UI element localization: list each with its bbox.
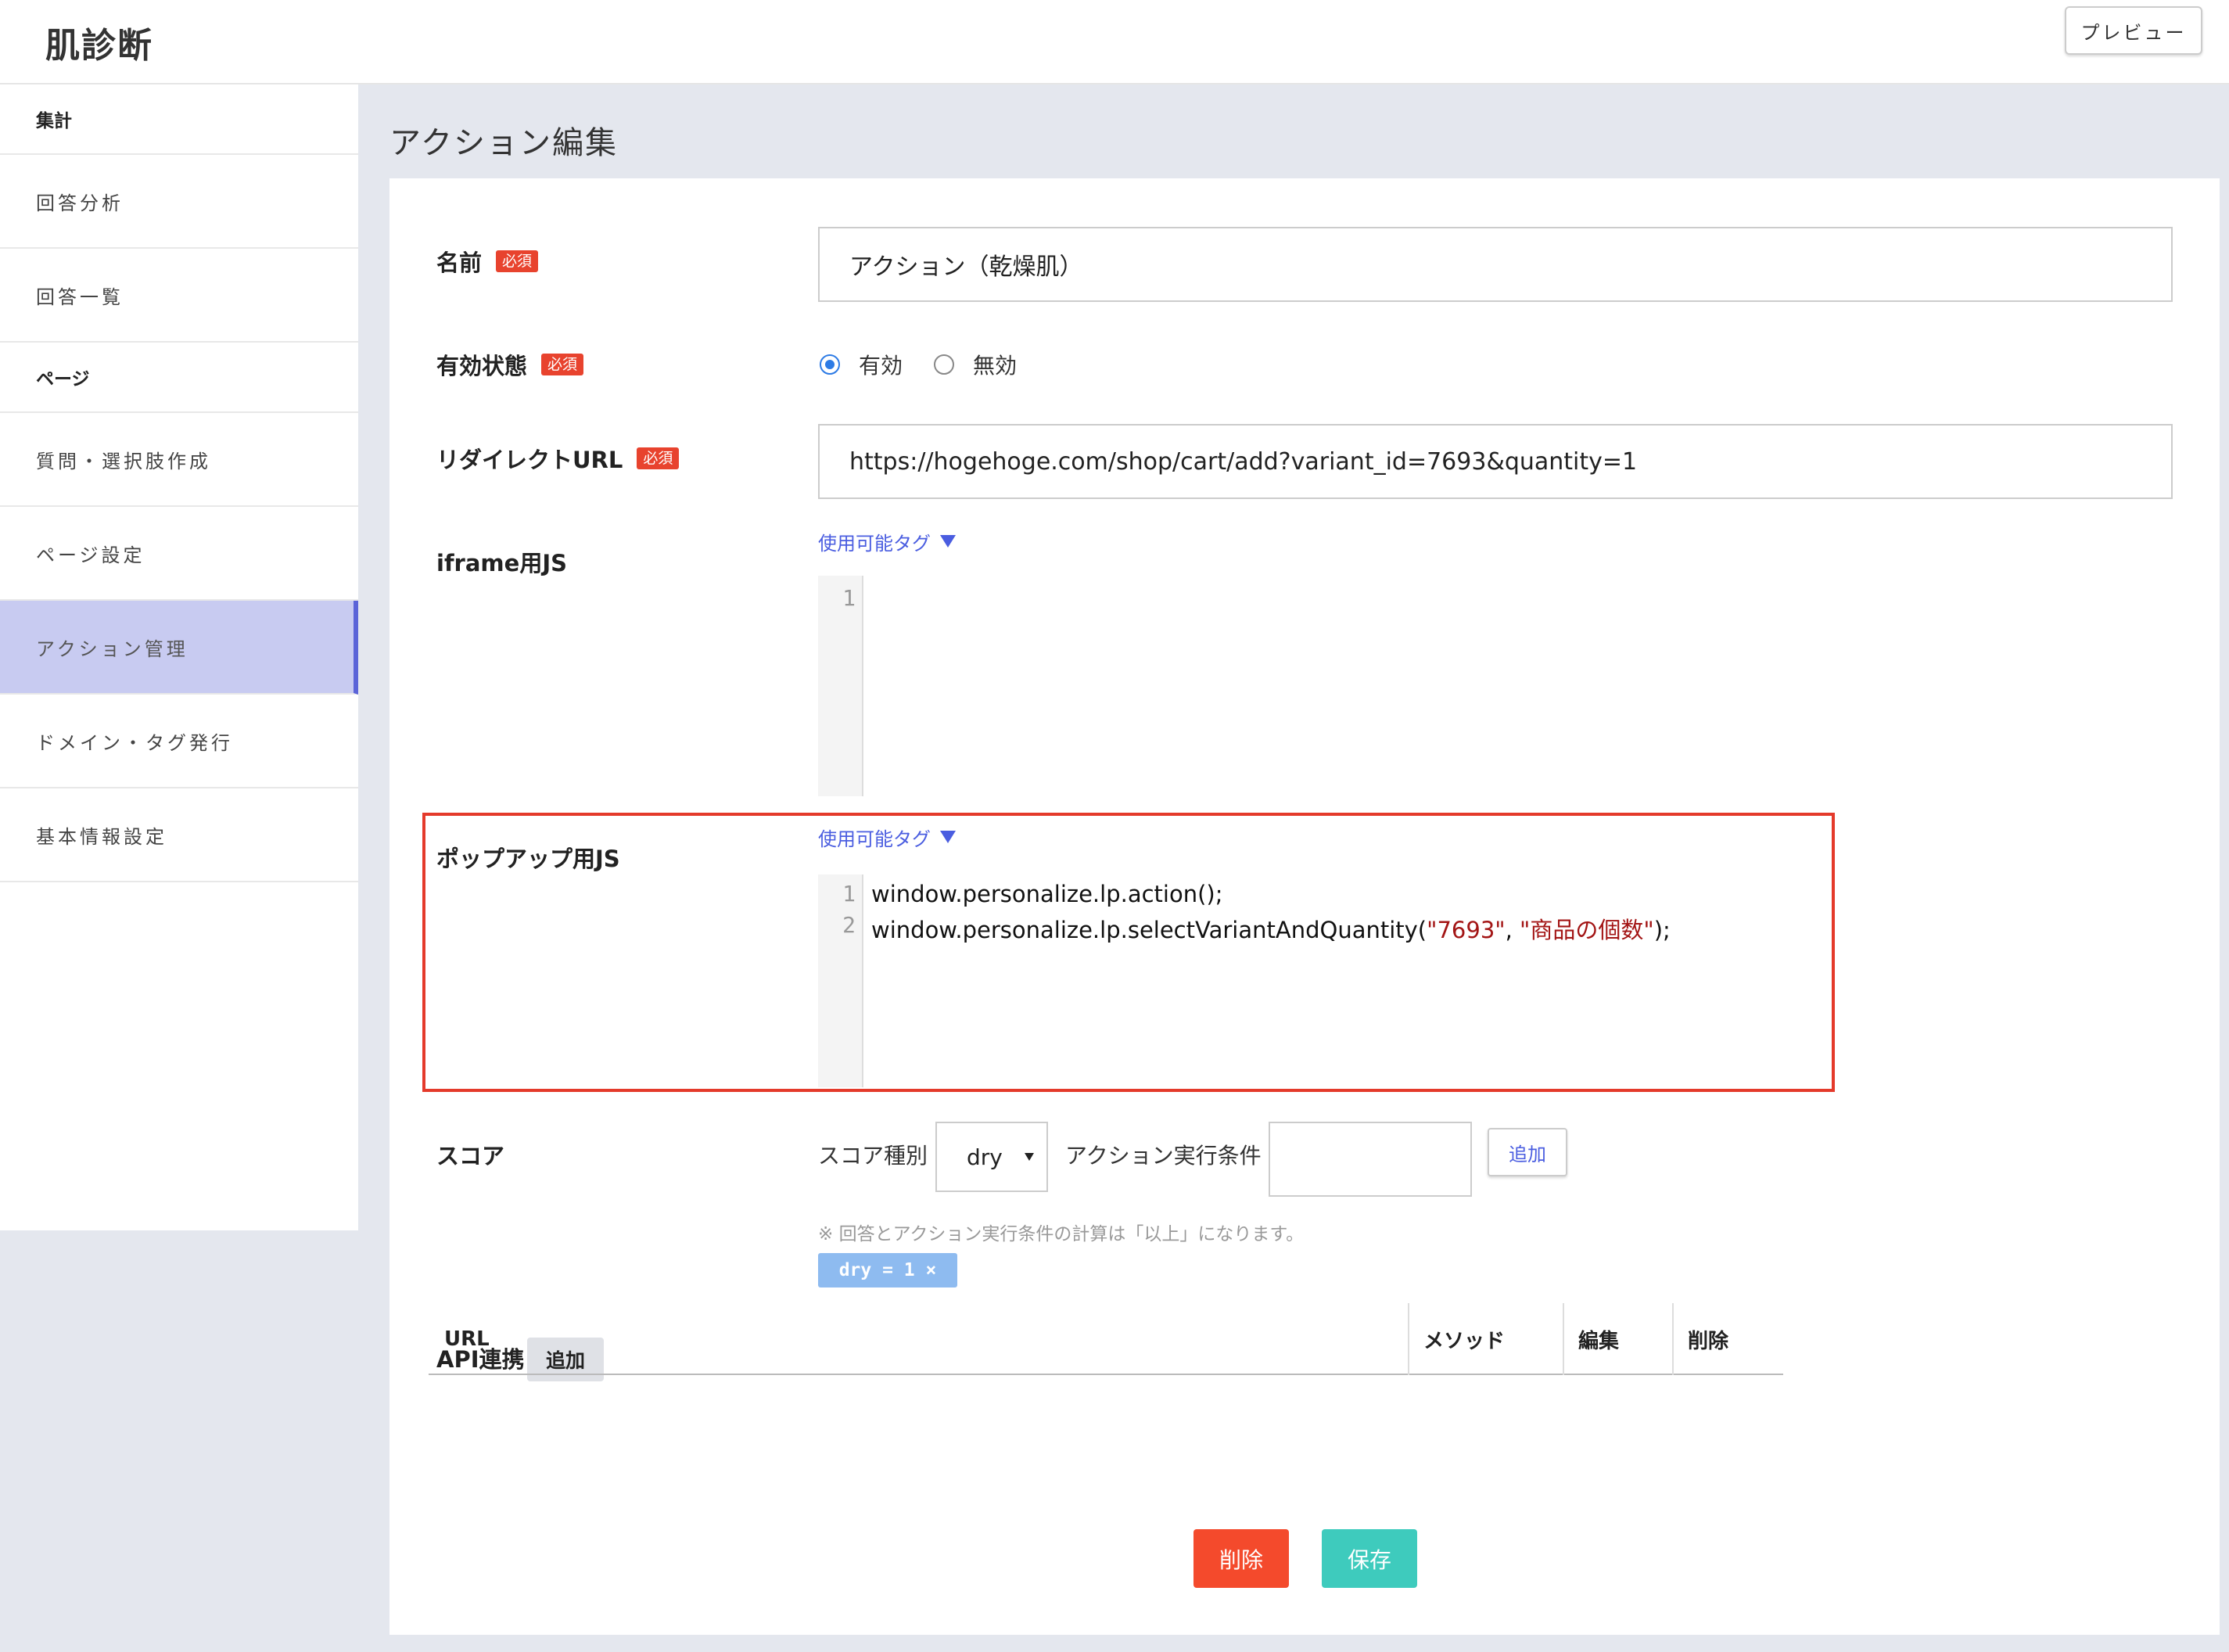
sidebar-item-answer-analysis[interactable]: 回答分析 bbox=[0, 155, 358, 249]
iframe-js-label: iframe用JS bbox=[436, 546, 567, 577]
popup-js-label-text: ポップアップ用JS bbox=[436, 846, 620, 872]
app-title: 肌診断 bbox=[45, 26, 153, 66]
status-label: 有効状態 必須 bbox=[436, 349, 584, 380]
status-option-disabled[interactable]: 無効 bbox=[973, 349, 1017, 380]
iframe-available-tags-link[interactable]: 使用可能タグ bbox=[818, 527, 956, 555]
required-badge: 必須 bbox=[637, 447, 680, 470]
iframe-js-editor[interactable]: 1 bbox=[818, 576, 2173, 796]
status-radio-disabled[interactable] bbox=[934, 354, 955, 375]
api-col-delete: 削除 bbox=[1688, 1329, 1729, 1353]
status-radio-enabled[interactable] bbox=[820, 354, 840, 375]
line-number: 1 bbox=[842, 585, 856, 611]
action-condition-label: アクション実行条件 bbox=[1065, 1143, 1262, 1169]
iframe-js-gutter: 1 bbox=[818, 576, 863, 796]
score-type-select[interactable]: dry bbox=[935, 1122, 1048, 1192]
popup-available-tags-text[interactable]: 使用可能タグ bbox=[818, 824, 931, 851]
code-line-1: window.personalize.lp.action(); bbox=[871, 881, 1223, 907]
code-line-2: window.personalize.lp.selectVariantAndQu… bbox=[871, 912, 1671, 945]
api-col-url: URL bbox=[444, 1327, 490, 1351]
score-add-button[interactable]: 追加 bbox=[1488, 1128, 1567, 1176]
sidebar-item-action-management[interactable]: アクション管理 bbox=[0, 601, 358, 695]
score-note: ※ 回答とアクション実行条件の計算は「以上」になります。 bbox=[818, 1224, 1305, 1244]
required-badge: 必須 bbox=[496, 250, 539, 273]
sidebar-section-aggregate: 集計 bbox=[0, 84, 358, 155]
sidebar-item-basic-info[interactable]: 基本情報設定 bbox=[0, 788, 358, 882]
code-string-variant: "7693" bbox=[1427, 917, 1506, 943]
code-line-2-prefix: window.personalize.lp.selectVariantAndQu… bbox=[871, 917, 1427, 943]
score-label: スコア bbox=[436, 1139, 504, 1170]
popup-js-label: ポップアップ用JS bbox=[436, 842, 620, 873]
score-type-value[interactable]: dry bbox=[967, 1144, 1003, 1170]
name-input[interactable]: アクション（乾燥肌） bbox=[818, 227, 2173, 302]
table-divider bbox=[1672, 1303, 1674, 1375]
sidebar-item-question-create[interactable]: 質問・選択肢作成 bbox=[0, 413, 358, 507]
top-bar: 肌診断 プレビュー bbox=[0, 0, 2229, 84]
api-col-method: メソッド bbox=[1423, 1329, 1506, 1353]
table-divider bbox=[1408, 1303, 1409, 1375]
code-string-quantity: "商品の個数" bbox=[1520, 917, 1654, 943]
score-label-text: スコア bbox=[436, 1143, 505, 1169]
sidebar-section-page: ページ bbox=[0, 343, 358, 413]
line-number: 2 bbox=[842, 912, 856, 938]
page-title: アクション編集 bbox=[389, 125, 618, 161]
code-separator: , bbox=[1505, 917, 1520, 943]
status-label-text: 有効状態 bbox=[436, 353, 528, 379]
sidebar-item-page-settings[interactable]: ページ設定 bbox=[0, 507, 358, 601]
line-number: 1 bbox=[842, 881, 856, 907]
name-label-text: 名前 bbox=[436, 250, 483, 276]
score-type-label: スコア種別 bbox=[818, 1143, 928, 1169]
api-col-edit: 編集 bbox=[1578, 1329, 1620, 1353]
status-radio-group: 有効 無効 bbox=[820, 349, 1048, 380]
caret-down-icon[interactable] bbox=[1025, 1153, 1034, 1161]
redirect-url-input[interactable]: https://hogehoge.com/shop/cart/add?varia… bbox=[818, 424, 2173, 499]
popup-available-tags-link[interactable]: 使用可能タグ bbox=[818, 823, 956, 851]
sidebar: 集計 回答分析 回答一覧 ページ 質問・選択肢作成 ページ設定 アクション管理 … bbox=[0, 84, 358, 1230]
sidebar-item-domain-tag[interactable]: ドメイン・タグ発行 bbox=[0, 695, 358, 788]
score-condition-chip[interactable]: dry = 1 × bbox=[818, 1253, 957, 1287]
table-divider bbox=[1563, 1303, 1564, 1375]
action-condition-input[interactable] bbox=[1269, 1122, 1472, 1197]
api-table: URL メソッド 編集 削除 bbox=[429, 1303, 1783, 1375]
iframe-available-tags-text[interactable]: 使用可能タグ bbox=[818, 528, 931, 555]
redirect-url-label-text: リダイレクトURL bbox=[436, 447, 623, 473]
popup-js-editor[interactable]: 1 2 window.personalize.lp.action(); wind… bbox=[818, 874, 1780, 1087]
name-label: 名前 必須 bbox=[436, 246, 539, 277]
code-line-2-suffix: ); bbox=[1653, 917, 1671, 943]
save-button[interactable]: 保存 bbox=[1322, 1529, 1417, 1588]
triangle-down-icon[interactable] bbox=[940, 831, 956, 843]
required-badge: 必須 bbox=[541, 353, 584, 376]
redirect-url-label: リダイレクトURL 必須 bbox=[436, 443, 680, 474]
sidebar-item-answer-list[interactable]: 回答一覧 bbox=[0, 249, 358, 343]
delete-button[interactable]: 削除 bbox=[1193, 1529, 1289, 1588]
iframe-js-label-text: iframe用JS bbox=[436, 550, 567, 576]
triangle-down-icon[interactable] bbox=[940, 535, 956, 548]
status-option-enabled[interactable]: 有効 bbox=[859, 349, 903, 380]
popup-js-gutter: 1 2 bbox=[818, 874, 863, 1087]
preview-button[interactable]: プレビュー bbox=[2065, 6, 2202, 55]
